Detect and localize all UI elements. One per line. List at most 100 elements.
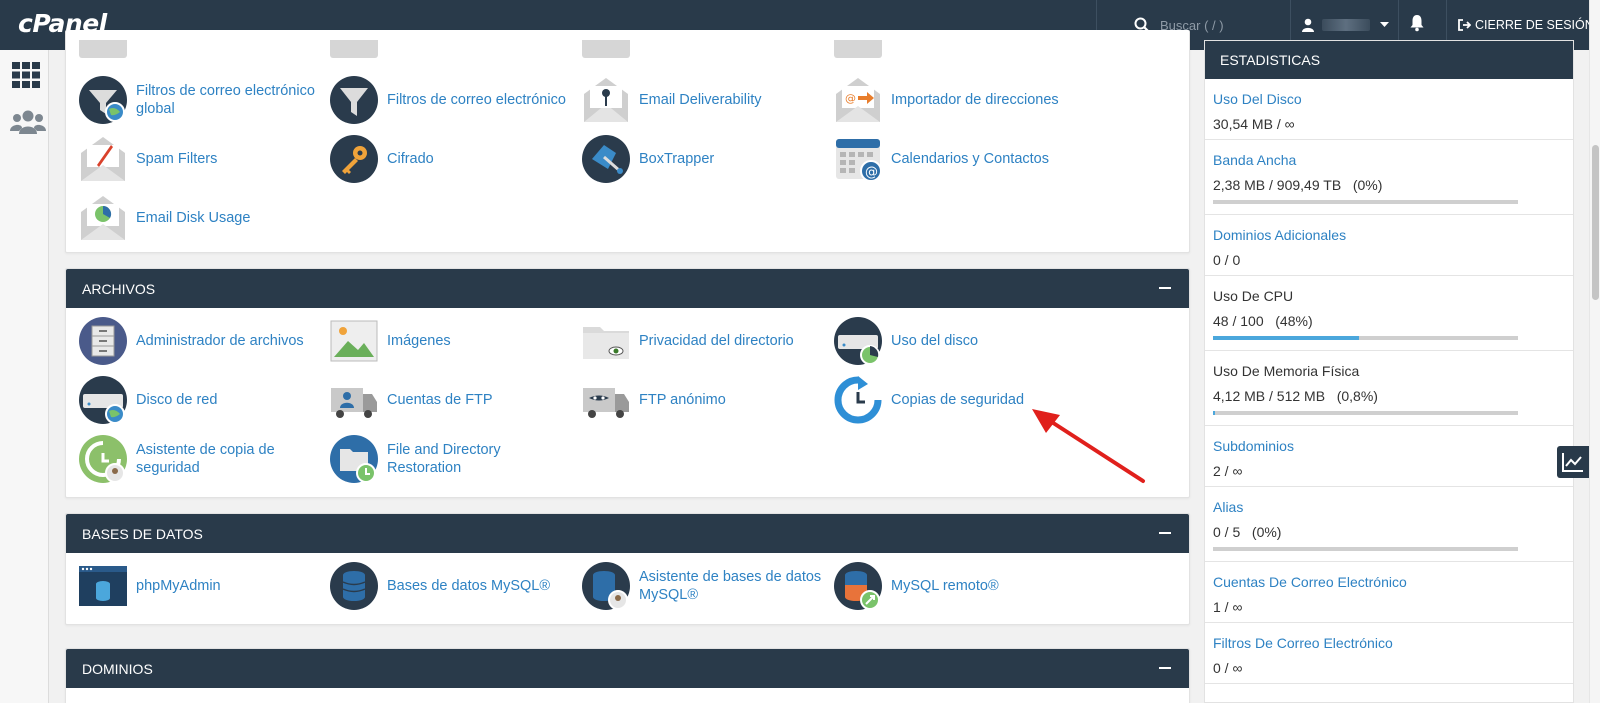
stat-row: Uso De Memoria Física 4,12 MB / 512 MB (0… — [1205, 351, 1573, 426]
item-label: Importador de direcciones — [891, 92, 1059, 108]
stat-row: Cuentas De Correo Electrónico 1 / ∞ — [1205, 562, 1573, 623]
ftp-accounts-icon — [330, 376, 378, 424]
stat-value: 30,54 MB / ∞ — [1213, 116, 1295, 132]
stat-label[interactable]: Uso Del Disco — [1213, 90, 1565, 108]
item-label: File and Directory Restoration — [387, 442, 501, 476]
item-label: Spam Filters — [136, 151, 218, 167]
spam-filters-icon — [79, 135, 127, 183]
remote-mysql-link[interactable]: MySQL remoto® — [834, 560, 1079, 612]
cutoff-icon — [582, 40, 630, 58]
svg-text:@: @ — [865, 165, 878, 180]
stat-value: 1 / ∞ — [1213, 599, 1243, 615]
item-label: Calendarios y Contactos — [891, 151, 1049, 167]
left-rail — [0, 50, 49, 703]
stat-value: 0 / 0 — [1213, 252, 1241, 268]
cutoff-icon — [79, 40, 127, 58]
item-label: BoxTrapper — [639, 151, 715, 167]
email-deliverability-link[interactable]: Email Deliverability — [582, 74, 827, 126]
stat-value: 2,38 MB / 909,49 TB (0%) — [1213, 177, 1383, 193]
item-label: Uso del disco — [891, 333, 979, 349]
databases-section-header[interactable]: BASES DE DATOS — [66, 514, 1189, 553]
usage-progress-bar — [1213, 411, 1518, 415]
email-disk-usage-icon — [79, 194, 127, 242]
stat-value: 0 / ∞ — [1213, 660, 1243, 676]
stat-label[interactable]: Cuentas De Correo Electrónico — [1213, 573, 1565, 591]
usage-progress-fill — [1213, 411, 1216, 415]
scrollbar-thumb[interactable] — [1592, 145, 1599, 300]
stat-label[interactable]: Alias — [1213, 498, 1565, 516]
collapse-icon[interactable] — [1159, 667, 1171, 669]
spam-filters-link[interactable]: Spam Filters — [79, 133, 324, 185]
encryption-key-icon — [330, 135, 378, 183]
file-restoration-icon — [330, 435, 378, 483]
item-label: Asistente de copia de seguridad — [136, 442, 275, 476]
main-content: Filtros de correo electrónico global Fil… — [65, 30, 1190, 703]
global-email-filter-icon — [79, 76, 127, 124]
page-scrollbar[interactable] — [1589, 0, 1600, 703]
stats-toggle-button[interactable] — [1557, 446, 1589, 478]
item-label: MySQL remoto® — [891, 578, 999, 594]
disk-usage-icon — [834, 317, 882, 365]
address-importer-link[interactable]: @ Importador de direcciones — [834, 74, 1079, 126]
cutoff-icon — [834, 40, 882, 58]
network-disk-icon — [79, 376, 127, 424]
network-disk-link[interactable]: Disco de red — [79, 374, 324, 426]
mysql-databases-link[interactable]: Bases de datos MySQL® — [330, 560, 575, 612]
stat-label[interactable]: Subdominios — [1213, 437, 1565, 455]
stat-row: Dominios Adicionales 0 / 0 — [1205, 215, 1573, 276]
file-manager-link[interactable]: Administrador de archivos — [79, 315, 324, 367]
mysql-wizard-link[interactable]: Asistente de bases de datos MySQL® — [582, 560, 827, 612]
directory-privacy-icon — [582, 317, 630, 365]
global-email-filters-link[interactable]: Filtros de correo electrónico global — [79, 74, 324, 126]
collapse-icon[interactable] — [1159, 287, 1171, 289]
usage-progress-fill — [1213, 336, 1360, 340]
email-disk-usage-link[interactable]: Email Disk Usage — [79, 192, 324, 244]
stats-title: ESTADISTICAS — [1220, 52, 1321, 68]
anonymous-ftp-link[interactable]: FTP anónimo — [582, 374, 827, 426]
stat-label: Uso De CPU — [1213, 288, 1294, 304]
stat-row: Banda Ancha 2,38 MB / 909,49 TB (0%) — [1205, 140, 1573, 215]
phpmyadmin-icon — [79, 562, 127, 610]
email-deliverability-icon — [582, 76, 630, 124]
item-label: Bases de datos MySQL® — [387, 578, 551, 594]
item-label: Cifrado — [387, 151, 434, 167]
remote-mysql-icon — [834, 562, 882, 610]
files-section-header[interactable]: ARCHIVOS — [66, 269, 1189, 308]
file-restoration-link[interactable]: File and Directory Restoration — [330, 433, 575, 485]
stat-label[interactable]: Filtros De Correo Electrónico — [1213, 634, 1565, 652]
stat-label[interactable]: Dominios Adicionales — [1213, 226, 1565, 244]
item-label: Email Deliverability — [639, 92, 762, 108]
domains-section-header[interactable]: DOMINIOS — [66, 649, 1189, 688]
images-link[interactable]: Imágenes — [330, 315, 575, 367]
calendars-contacts-link[interactable]: @ Calendarios y Contactos — [834, 133, 1079, 185]
backup-icon — [834, 376, 882, 424]
section-title: ARCHIVOS — [82, 280, 156, 297]
item-label: Copias de seguridad — [891, 392, 1025, 408]
calendar-contacts-icon: @ — [834, 135, 882, 183]
username-redacted — [1322, 19, 1370, 31]
directory-privacy-link[interactable]: Privacidad del directorio — [582, 315, 827, 367]
encryption-link[interactable]: Cifrado — [330, 133, 575, 185]
boxtrapper-link[interactable]: BoxTrapper — [582, 133, 827, 185]
ftp-accounts-link[interactable]: Cuentas de FTP — [330, 374, 575, 426]
anonymous-ftp-icon — [582, 376, 630, 424]
item-label: Asistente de bases de datos MySQL® — [639, 569, 822, 603]
item-label: Disco de red — [136, 392, 218, 408]
usage-progress-bar — [1213, 547, 1518, 551]
chart-trend-icon — [1562, 453, 1583, 472]
stats-panel: ESTADISTICAS Uso Del Disco 30,54 MB / ∞ Ba… — [1204, 40, 1574, 703]
email-filters-link[interactable]: Filtros de correo electrónico — [330, 74, 575, 126]
logout-icon — [1458, 19, 1471, 31]
stat-value: 0 / 5 (0%) — [1213, 524, 1282, 540]
bell-icon[interactable] — [1410, 14, 1424, 32]
apps-grid-icon[interactable] — [12, 62, 40, 88]
files-section: ARCHIVOS Administrador de archivos Imáge… — [65, 268, 1190, 498]
boxtrapper-icon — [582, 135, 630, 183]
section-title: BASES DE DATOS — [82, 525, 203, 542]
phpmyadmin-link[interactable]: phpMyAdmin — [79, 560, 324, 612]
backup-wizard-link[interactable]: Asistente de copia de seguridad — [79, 433, 324, 485]
users-icon[interactable] — [10, 110, 46, 134]
collapse-icon[interactable] — [1159, 532, 1171, 534]
disk-usage-link[interactable]: Uso del disco — [834, 315, 1079, 367]
stat-label[interactable]: Banda Ancha — [1213, 151, 1565, 169]
